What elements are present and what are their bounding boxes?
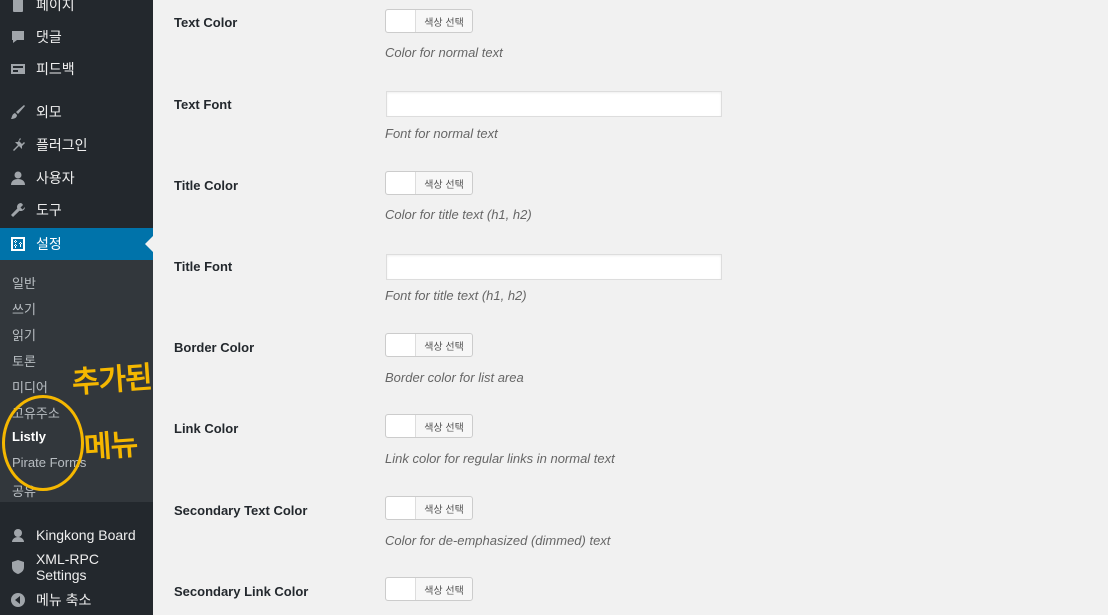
menu-item-kingkong-board[interactable]: Kingkong Board: [0, 519, 153, 551]
border-color-picker-button[interactable]: 색상 선택: [385, 333, 473, 357]
setting-label-link-color: Link Color: [174, 421, 239, 436]
setting-description: Font for title text (h1, h2): [385, 288, 527, 303]
color-picker-label: 색상 선택: [424, 17, 464, 29]
menu-item-label: 설정: [36, 236, 62, 252]
setting-label-border-color: Border Color: [174, 340, 255, 355]
color-picker-label: 색상 선택: [424, 504, 464, 516]
setting-label-secondary-text-color: Secondary Text Color: [174, 503, 308, 518]
collapse-menu-button[interactable]: 메뉴 축소: [0, 584, 153, 615]
color-swatch: [386, 172, 416, 194]
setting-description: Color for de-emphasized (dimmed) text: [385, 533, 611, 548]
setting-description: Link color for regular links in normal t…: [385, 451, 615, 466]
annotation-circle: [2, 395, 84, 491]
annotation-text-menu: 메뉴: [82, 427, 139, 466]
submenu-item-reading[interactable]: 읽기: [12, 325, 36, 344]
color-picker-label: 색상 선택: [424, 341, 464, 353]
color-picker-label: 색상 선택: [424, 585, 464, 597]
text-color-picker-button[interactable]: 색상 선택: [385, 9, 473, 33]
setting-description: Border color for list area: [385, 370, 524, 385]
title-color-picker-button[interactable]: 색상 선택: [385, 171, 473, 195]
setting-label-secondary-link-color: Secondary Link Color: [174, 584, 309, 599]
settings-form: Text Color 색상 선택 Color for normal text T…: [153, 0, 1108, 615]
menu-item-label: 페이지: [36, 0, 75, 13]
kingkong-icon: [9, 526, 27, 544]
setting-label-text-font: Text Font: [174, 97, 232, 112]
collapse-icon: [9, 591, 27, 609]
color-swatch: [386, 497, 416, 519]
submenu-item-media[interactable]: 미디어: [12, 377, 48, 396]
plugin-icon: [9, 136, 27, 154]
menu-item-tools[interactable]: 도구: [0, 194, 153, 226]
page-icon: [9, 0, 27, 14]
menu-item-label: 피드백: [36, 61, 75, 77]
menu-item-comments[interactable]: 댓글: [0, 21, 153, 53]
title-font-input[interactable]: [386, 254, 722, 280]
secondary-link-color-picker-button[interactable]: 색상 선택: [385, 577, 473, 601]
submenu-item-discussion[interactable]: 토론: [12, 351, 36, 370]
wp-admin-screen: 페이지 댓글 피드백 외모 플러그인 사용자 도구 설정 일반 쓰기 읽기 토론…: [0, 0, 1108, 615]
menu-item-feedback[interactable]: 피드백: [0, 53, 153, 85]
setting-description: Color for normal text: [385, 45, 503, 60]
menu-item-label: Kingkong Board: [36, 527, 136, 543]
color-picker-label: 색상 선택: [424, 179, 464, 191]
menu-item-settings[interactable]: 설정: [0, 228, 153, 260]
text-font-input[interactable]: [386, 91, 722, 117]
menu-item-label: 사용자: [36, 170, 75, 186]
color-swatch: [386, 578, 416, 600]
setting-label-title-color: Title Color: [174, 178, 239, 193]
brush-icon: [9, 103, 27, 121]
menu-item-xml-rpc-settings[interactable]: XML-RPC Settings: [0, 551, 153, 583]
feedback-icon: [9, 60, 27, 78]
admin-sidebar: 페이지 댓글 피드백 외모 플러그인 사용자 도구 설정 일반 쓰기 읽기 토론…: [0, 0, 153, 615]
color-swatch: [386, 10, 416, 32]
shield-icon: [9, 558, 27, 576]
menu-item-label: 댓글: [36, 29, 62, 45]
annotation-text-added: 추가된: [70, 360, 153, 401]
menu-item-appearance[interactable]: 외모: [0, 96, 153, 128]
submenu-item-general[interactable]: 일반: [12, 273, 36, 292]
menu-item-label: 외모: [36, 104, 62, 120]
setting-label-text-color: Text Color: [174, 15, 238, 30]
color-swatch: [386, 415, 416, 437]
link-color-picker-button[interactable]: 색상 선택: [385, 414, 473, 438]
setting-description: Font for normal text: [385, 126, 498, 141]
menu-item-pages[interactable]: 페이지: [0, 0, 153, 21]
secondary-text-color-picker-button[interactable]: 색상 선택: [385, 496, 473, 520]
menu-item-label: 메뉴 축소: [36, 592, 92, 608]
color-swatch: [386, 334, 416, 356]
menu-item-label: 도구: [36, 202, 62, 218]
settings-icon: [9, 235, 27, 253]
setting-description: Color for title text (h1, h2): [385, 207, 532, 222]
menu-item-plugins[interactable]: 플러그인: [0, 129, 153, 161]
user-icon: [9, 169, 27, 187]
menu-item-users[interactable]: 사용자: [0, 162, 153, 194]
color-picker-label: 색상 선택: [424, 422, 464, 434]
menu-item-label: 플러그인: [36, 137, 88, 153]
menu-item-label: XML-RPC Settings: [35, 551, 99, 583]
submenu-item-writing[interactable]: 쓰기: [12, 299, 36, 318]
wrench-icon: [9, 201, 27, 219]
setting-label-title-font: Title Font: [174, 259, 233, 274]
comment-icon: [9, 28, 27, 46]
